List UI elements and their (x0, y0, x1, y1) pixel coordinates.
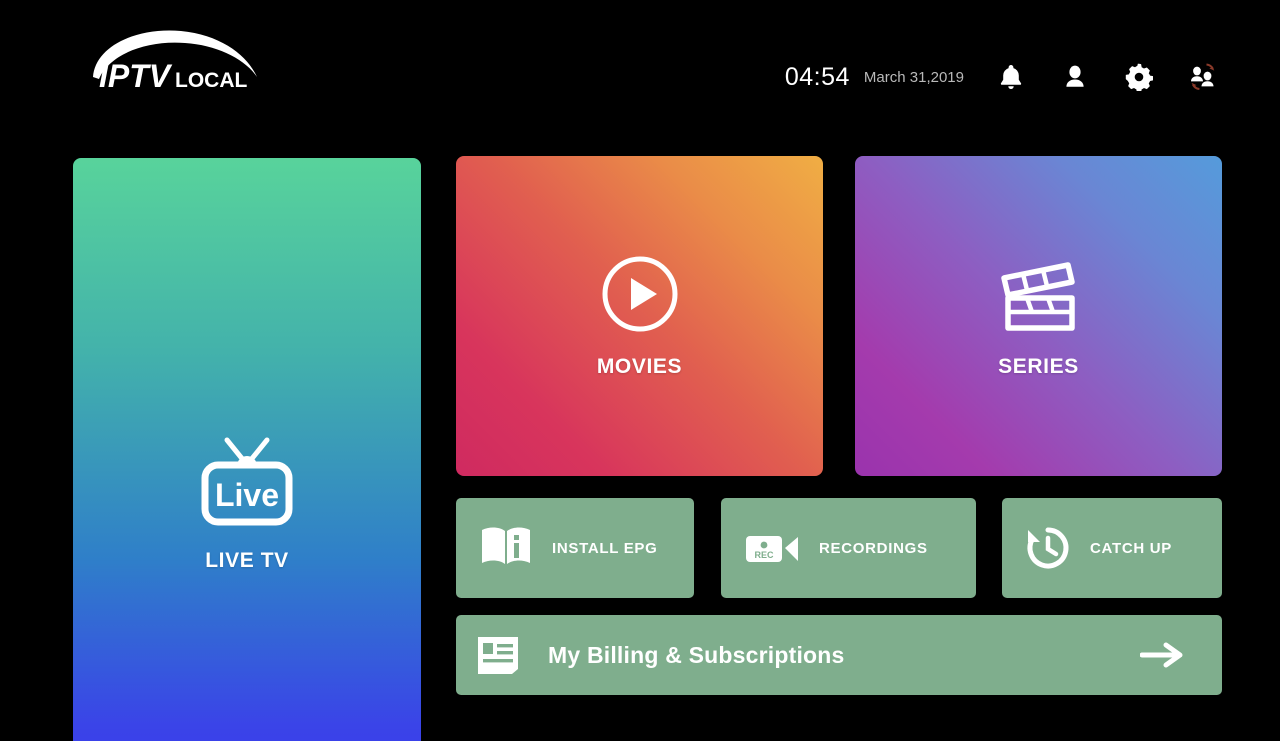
book-info-icon (478, 522, 534, 574)
series-label: SERIES (998, 354, 1079, 378)
recordings-label: RECORDINGS (819, 539, 928, 557)
live-tv-label: LIVE TV (205, 548, 289, 572)
play-circle-icon (600, 254, 680, 339)
recordings-button[interactable]: REC RECORDINGS (721, 498, 976, 598)
settings-gear-icon[interactable] (1122, 60, 1156, 94)
clock-time: 04:54 (784, 62, 850, 91)
movies-label: MOVIES (596, 354, 683, 378)
invoice-icon (472, 631, 526, 679)
install-epg-button[interactable]: INSTALL EPG (456, 498, 694, 598)
notifications-bell-icon[interactable] (994, 60, 1028, 94)
user-profile-icon[interactable] (1058, 60, 1092, 94)
header-bar: IPTV LOCAL 04:54 March 31,2019 (0, 0, 1280, 140)
billing-label: My Billing & Subscriptions (548, 641, 845, 668)
catch-up-label: CATCH UP (1090, 539, 1172, 557)
history-clock-icon (1024, 524, 1072, 572)
header-status-area: 04:54 March 31,2019 (785, 60, 1220, 94)
app-screen: IPTV LOCAL 04:54 March 31,2019 Live LIVE… (0, 0, 1280, 741)
logo-primary-text: IPTV (99, 58, 173, 94)
series-card[interactable]: SERIES (855, 156, 1222, 476)
install-epg-label: INSTALL EPG (552, 539, 658, 557)
billing-subscriptions-button[interactable]: My Billing & Subscriptions (456, 615, 1222, 695)
catch-up-button[interactable]: CATCH UP (1002, 498, 1222, 598)
video-camera-rec-icon: REC (743, 526, 801, 570)
main-content: Live LIVE TV MOVIES SERIES INSTALL EPG R… (0, 140, 1280, 741)
logo-secondary-text: LOCAL (175, 69, 247, 92)
live-tv-icon: Live (197, 436, 297, 533)
switch-user-icon[interactable] (1186, 60, 1220, 94)
clock-date: March 31,2019 (863, 68, 964, 86)
arrow-right-icon (1140, 640, 1184, 670)
app-logo: IPTV LOCAL (85, 25, 265, 105)
live-tv-card[interactable]: Live LIVE TV (73, 158, 421, 741)
clapperboard-icon (996, 254, 1082, 339)
live-tv-icon-text: Live (215, 477, 279, 513)
movies-card[interactable]: MOVIES (456, 156, 823, 476)
recordings-icon-text: REC (754, 550, 774, 560)
